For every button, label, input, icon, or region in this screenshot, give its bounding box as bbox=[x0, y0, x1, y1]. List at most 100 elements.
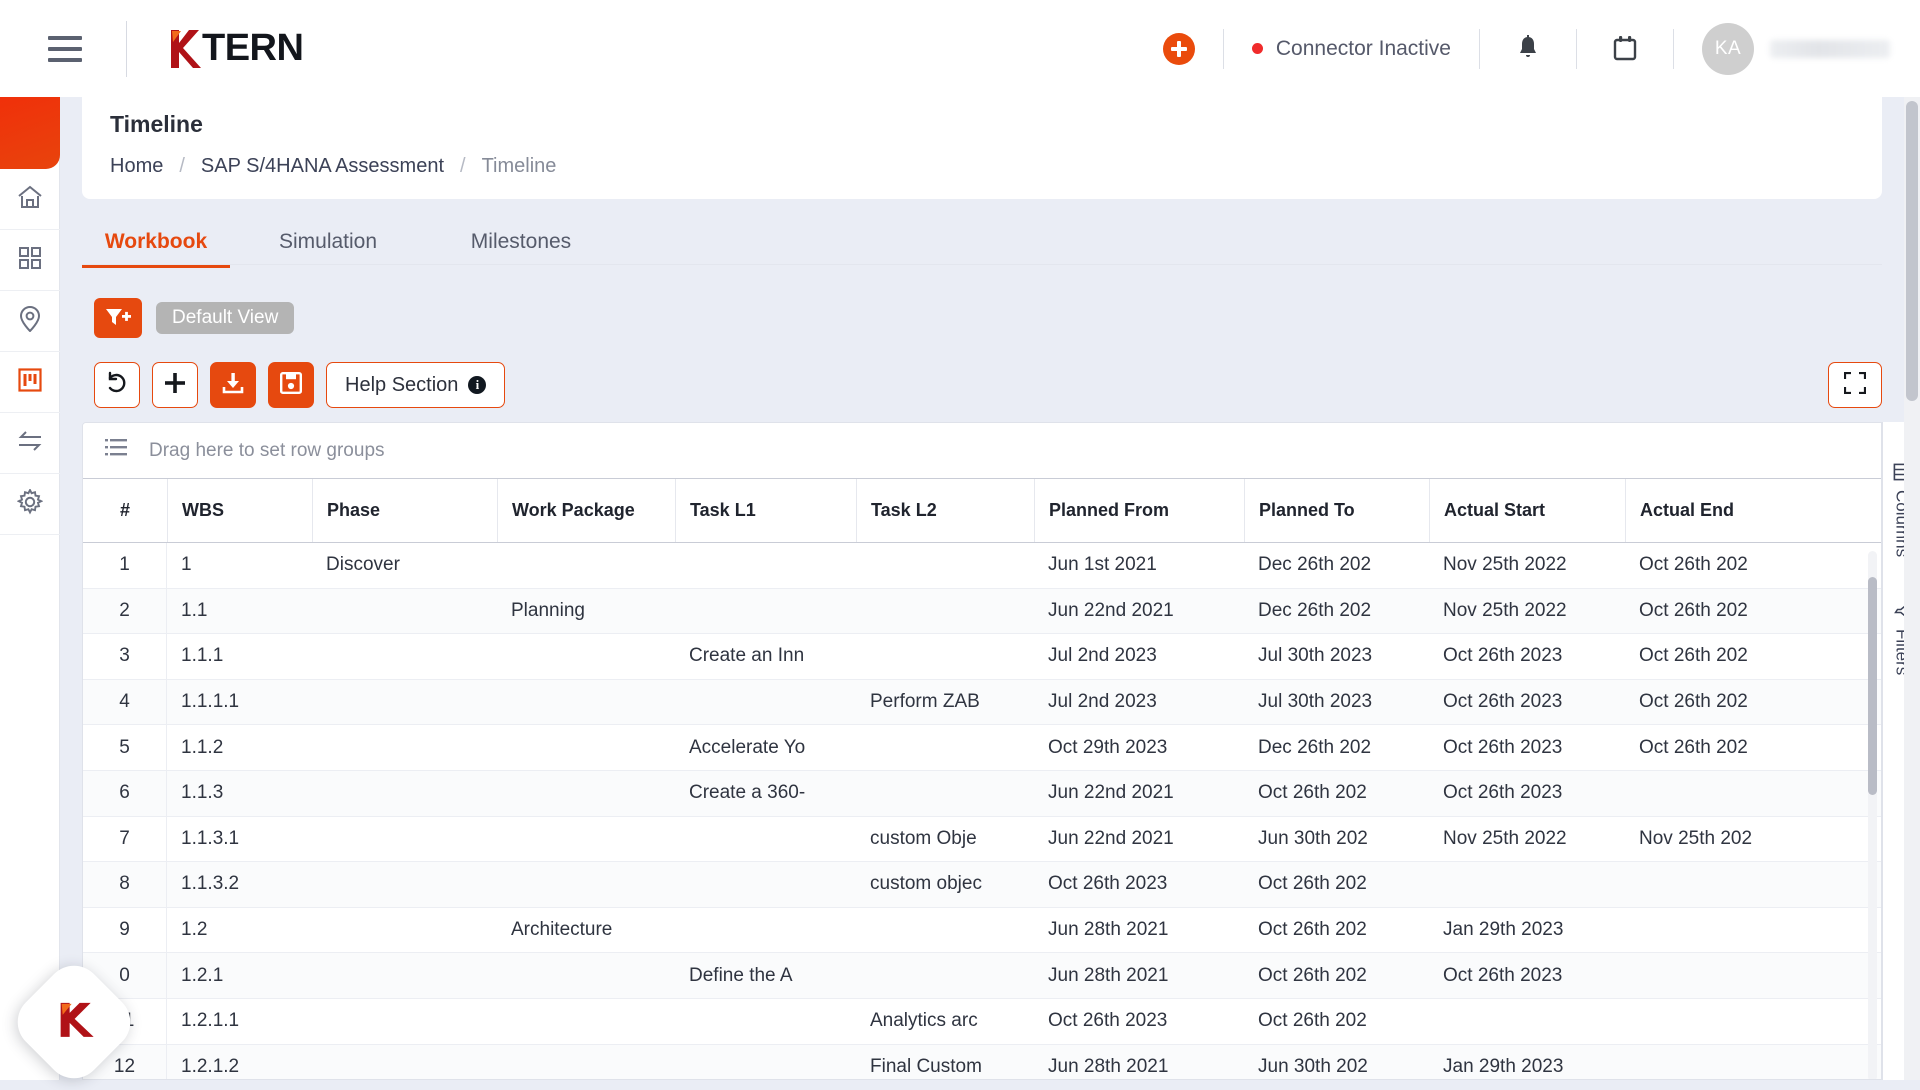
app-logo[interactable]: TERN bbox=[167, 27, 303, 70]
cell-wbs[interactable]: 1.1.1.1 bbox=[167, 680, 312, 725]
cell-actual-start[interactable]: Nov 25th 2022 bbox=[1429, 589, 1625, 634]
table-row[interactable]: 91.2ArchitectureJun 28th 2021Oct 26th 20… bbox=[83, 908, 1881, 954]
table-row[interactable]: 41.1.1.1 Perform ZABJul 2nd 2023Jul 30th … bbox=[83, 680, 1881, 726]
cell-task-l1[interactable]: Create an Inn bbox=[675, 634, 856, 679]
cell-wbs[interactable]: 1.2.1 bbox=[167, 953, 312, 998]
filter-plus-icon[interactable] bbox=[94, 298, 142, 338]
column-header-actual-end[interactable]: Actual End bbox=[1625, 479, 1821, 542]
cell-planned-to[interactable]: Jul 30th 2023 bbox=[1244, 680, 1429, 725]
cell-planned-to[interactable]: Oct 26th 202 bbox=[1244, 862, 1429, 907]
cell-planned-from[interactable]: Jun 1st 2021 bbox=[1034, 543, 1244, 588]
breadcrumb-item-project[interactable]: SAP S/4HANA Assessment bbox=[201, 155, 444, 178]
cell-task-l2[interactable]: Perform ZAB bbox=[856, 680, 1034, 725]
cell-phase[interactable] bbox=[312, 862, 497, 907]
cell-work-package[interactable] bbox=[497, 543, 675, 588]
cell-work-package[interactable] bbox=[497, 862, 675, 907]
grid-vertical-scrollbar[interactable] bbox=[1868, 551, 1877, 1080]
cell-task-l2[interactable] bbox=[856, 589, 1034, 634]
sidebar-item-dashboard[interactable] bbox=[0, 230, 60, 291]
cell-actual-start[interactable]: Jan 29th 2023 bbox=[1429, 1045, 1625, 1079]
sidebar-item-settings[interactable] bbox=[0, 474, 60, 535]
cell-work-package[interactable] bbox=[497, 634, 675, 679]
cell-planned-to[interactable]: Oct 26th 202 bbox=[1244, 771, 1429, 816]
cell-planned-from[interactable]: Jun 22nd 2021 bbox=[1034, 589, 1244, 634]
sidebar-item-projects[interactable] bbox=[0, 352, 60, 413]
cell-planned-to[interactable]: Oct 26th 202 bbox=[1244, 999, 1429, 1044]
save-button[interactable] bbox=[268, 362, 314, 408]
cell-phase[interactable] bbox=[312, 725, 497, 770]
cell-index[interactable]: 9 bbox=[83, 908, 167, 953]
connector-status-badge[interactable]: Connector Inactive bbox=[1252, 37, 1451, 61]
cell-planned-to[interactable]: Dec 26th 202 bbox=[1244, 543, 1429, 588]
cell-actual-end[interactable]: Nov 25th 202 bbox=[1625, 817, 1821, 862]
cell-actual-end[interactable] bbox=[1625, 771, 1821, 816]
cell-task-l1[interactable] bbox=[675, 817, 856, 862]
cell-task-l1[interactable] bbox=[675, 1045, 856, 1079]
cell-planned-from[interactable]: Jun 28th 2021 bbox=[1034, 908, 1244, 953]
table-row[interactable]: 111.2.1.1Analytics arcOct 26th 2023Oct 2… bbox=[83, 999, 1881, 1045]
row-group-drop-zone[interactable]: Drag here to set row groups bbox=[83, 423, 1881, 479]
plus-circle-icon[interactable] bbox=[1163, 33, 1195, 65]
cell-index[interactable]: 1 bbox=[83, 543, 167, 588]
calendar-icon[interactable] bbox=[1605, 29, 1645, 69]
column-header-planned-from[interactable]: Planned From bbox=[1034, 479, 1244, 542]
cell-task-l1[interactable]: Create a 360- bbox=[675, 771, 856, 816]
cell-actual-start[interactable]: Nov 25th 2022 bbox=[1429, 817, 1625, 862]
cell-task-l1[interactable] bbox=[675, 862, 856, 907]
cell-actual-end[interactable] bbox=[1625, 1045, 1821, 1079]
cell-actual-start[interactable]: Oct 26th 2023 bbox=[1429, 634, 1625, 679]
cell-task-l2[interactable] bbox=[856, 908, 1034, 953]
cell-actual-end[interactable]: Oct 26th 202 bbox=[1625, 634, 1821, 679]
cell-actual-end[interactable]: Oct 26th 202 bbox=[1625, 725, 1821, 770]
cell-index[interactable]: 6 bbox=[83, 771, 167, 816]
cell-index[interactable]: 3 bbox=[83, 634, 167, 679]
cell-phase[interactable]: Discover bbox=[312, 543, 497, 588]
cell-planned-from[interactable]: Oct 29th 2023 bbox=[1034, 725, 1244, 770]
cell-work-package[interactable] bbox=[497, 771, 675, 816]
cell-phase[interactable] bbox=[312, 1045, 497, 1079]
cell-wbs[interactable]: 1 bbox=[167, 543, 312, 588]
table-row[interactable]: 21.1PlanningJun 22nd 2021Dec 26th 202Nov… bbox=[83, 589, 1881, 635]
table-row[interactable]: 61.1.3Create a 360-Jun 22nd 2021Oct 26th… bbox=[83, 771, 1881, 817]
cell-planned-from[interactable]: Oct 26th 2023 bbox=[1034, 862, 1244, 907]
cell-actual-end[interactable] bbox=[1625, 862, 1821, 907]
cell-wbs[interactable]: 1.1.3.1 bbox=[167, 817, 312, 862]
cell-index[interactable]: 8 bbox=[83, 862, 167, 907]
cell-wbs[interactable]: 1.2.1.2 bbox=[167, 1045, 312, 1079]
cell-work-package[interactable] bbox=[497, 1045, 675, 1079]
cell-actual-end[interactable] bbox=[1625, 999, 1821, 1044]
cell-task-l1[interactable]: Define the A bbox=[675, 953, 856, 998]
cell-task-l1[interactable] bbox=[675, 908, 856, 953]
cell-phase[interactable] bbox=[312, 680, 497, 725]
cell-wbs[interactable]: 1.1.1 bbox=[167, 634, 312, 679]
column-header-actual-start[interactable]: Actual Start bbox=[1429, 479, 1625, 542]
column-header-task-l2[interactable]: Task L2 bbox=[856, 479, 1034, 542]
sidebar-item-home[interactable] bbox=[0, 169, 60, 230]
tab-milestones[interactable]: Milestones bbox=[426, 230, 616, 268]
table-row[interactable]: 51.1.2Accelerate YoOct 29th 2023Dec 26th… bbox=[83, 725, 1881, 771]
cell-planned-from[interactable]: Jun 28th 2021 bbox=[1034, 953, 1244, 998]
cell-planned-from[interactable]: Jul 2nd 2023 bbox=[1034, 680, 1244, 725]
cell-work-package[interactable] bbox=[497, 725, 675, 770]
cell-phase[interactable] bbox=[312, 908, 497, 953]
cell-index[interactable]: 4 bbox=[83, 680, 167, 725]
cell-work-package[interactable] bbox=[497, 999, 675, 1044]
cell-actual-end[interactable]: Oct 26th 202 bbox=[1625, 680, 1821, 725]
cell-phase[interactable] bbox=[312, 953, 497, 998]
cell-task-l1[interactable]: Accelerate Yo bbox=[675, 725, 856, 770]
cell-work-package[interactable] bbox=[497, 953, 675, 998]
cell-planned-from[interactable]: Jun 28th 2021 bbox=[1034, 1045, 1244, 1079]
table-row[interactable]: 31.1.1Create an InnJul 2nd 2023Jul 30th … bbox=[83, 634, 1881, 680]
cell-wbs[interactable]: 1.2.1.1 bbox=[167, 999, 312, 1044]
cell-work-package[interactable] bbox=[497, 817, 675, 862]
column-header-task-l1[interactable]: Task L1 bbox=[675, 479, 856, 542]
add-row-button[interactable] bbox=[152, 362, 198, 408]
table-row[interactable]: 121.2.1.2Final CustomJun 28th 2021Jun 30… bbox=[83, 1045, 1881, 1079]
page-scrollbar[interactable] bbox=[1904, 97, 1920, 1080]
table-row[interactable]: 01.2.1Define the AJun 28th 2021Oct 26th … bbox=[83, 953, 1881, 999]
cell-wbs[interactable]: 1.1.3.2 bbox=[167, 862, 312, 907]
cell-planned-to[interactable]: Oct 26th 202 bbox=[1244, 953, 1429, 998]
cell-planned-to[interactable]: Dec 26th 202 bbox=[1244, 725, 1429, 770]
cell-actual-start[interactable]: Oct 26th 2023 bbox=[1429, 771, 1625, 816]
hamburger-icon[interactable] bbox=[48, 36, 82, 62]
